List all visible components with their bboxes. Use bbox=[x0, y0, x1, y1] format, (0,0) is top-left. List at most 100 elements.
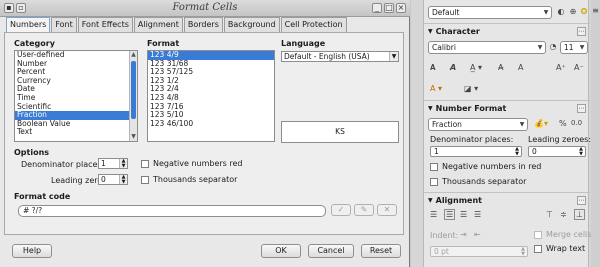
increase-indent-icon[interactable]: ⇥ bbox=[460, 230, 467, 239]
chevron-down-icon[interactable]: ▼ bbox=[577, 42, 587, 53]
bold-icon[interactable]: 𝐀 bbox=[430, 63, 436, 73]
cancel-button[interactable]: Cancel bbox=[308, 244, 354, 258]
character-section-header[interactable]: ▼ Character ⋯ bbox=[428, 26, 586, 37]
sb-denominator-value: 1 bbox=[434, 147, 439, 156]
thousands-separator-checkbox[interactable]: Thousands separator bbox=[141, 175, 237, 184]
spinner-arrows-icon[interactable]: ▲ ▼ bbox=[513, 147, 521, 157]
align-top-icon[interactable]: ⊤ bbox=[546, 210, 553, 219]
tab-cell-protection[interactable]: Cell Protection bbox=[280, 17, 347, 32]
more-options-icon[interactable]: ⋯ bbox=[577, 27, 586, 36]
more-options-icon[interactable]: ⋯ bbox=[577, 104, 586, 113]
sb-leading-zeroes-spinner[interactable]: 0 ▲ ▼ bbox=[528, 146, 586, 157]
style-list-icon[interactable]: ✪ bbox=[579, 7, 589, 16]
minimize-icon[interactable]: _ bbox=[372, 3, 382, 13]
percent-icon[interactable]: % bbox=[559, 119, 567, 128]
tab-font[interactable]: Font bbox=[51, 17, 77, 32]
grow-font-icon[interactable]: A⁺ bbox=[556, 63, 566, 72]
align-right-icon[interactable]: ☰ bbox=[460, 210, 467, 219]
highlight-color-icon[interactable]: ◪ ▾ bbox=[464, 84, 478, 93]
underline-icon[interactable]: A̲ ▾ bbox=[470, 63, 482, 72]
tab-numbers[interactable]: Numbers bbox=[6, 17, 51, 33]
denominator-places-spinner[interactable]: 1 ▲ ▼ bbox=[98, 158, 128, 169]
tab-alignment[interactable]: Alignment bbox=[133, 17, 183, 32]
font-history-icon[interactable]: ◔ bbox=[548, 42, 558, 51]
format-item[interactable]: 123 46/100 bbox=[148, 119, 274, 129]
sb-negative-red-checkbox[interactable]: Negative numbers in red bbox=[430, 162, 541, 171]
align-middle-icon[interactable]: ≑ bbox=[560, 210, 567, 219]
font-color-icon[interactable]: A ▾ bbox=[430, 84, 442, 93]
maximize-icon[interactable]: □ bbox=[384, 3, 394, 13]
spinner-arrows-icon[interactable]: ▲ ▼ bbox=[519, 247, 527, 257]
checkbox-box[interactable] bbox=[534, 244, 542, 253]
format-list[interactable]: 123 4/9 123 31/68 123 57/125 123 1/2 123… bbox=[147, 50, 275, 142]
scroll-up-icon[interactable]: ▲ bbox=[130, 51, 137, 59]
negative-red-checkbox[interactable]: Negative numbers red bbox=[141, 159, 243, 168]
spinner-arrows-icon[interactable]: ▲ ▼ bbox=[119, 175, 127, 184]
chevron-down-icon[interactable]: ▼ bbox=[541, 7, 551, 18]
format-code-input[interactable]: # ?/? bbox=[18, 205, 326, 217]
sb-thousands-separator-checkbox[interactable]: Thousands separator bbox=[430, 177, 526, 186]
spinner-arrows-icon[interactable]: ▲ ▼ bbox=[577, 147, 585, 157]
italic-icon[interactable]: 𝘼 bbox=[450, 63, 456, 72]
tab-background[interactable]: Background bbox=[223, 17, 280, 32]
ok-button[interactable]: OK bbox=[261, 244, 301, 258]
checkbox-box[interactable] bbox=[534, 230, 542, 239]
collapse-icon[interactable]: ▼ bbox=[428, 197, 433, 204]
align-bottom-icon[interactable]: ⊥ bbox=[574, 209, 585, 220]
chevron-down-icon[interactable]: ▼ bbox=[535, 42, 545, 53]
decimal-format-icon[interactable]: 0.0 bbox=[571, 119, 582, 127]
shadow-icon[interactable]: A bbox=[518, 63, 523, 72]
align-justify-icon[interactable]: ☰ bbox=[474, 210, 481, 219]
spinner-arrows-icon[interactable]: ▲ ▼ bbox=[119, 159, 127, 168]
align-left-icon[interactable]: ☰ bbox=[430, 210, 437, 219]
checkbox-box[interactable] bbox=[141, 159, 149, 168]
divider bbox=[424, 192, 590, 193]
sidebar-tabbar: ≡ bbox=[591, 0, 600, 267]
number-category-select[interactable]: Fraction ▼ bbox=[428, 118, 528, 131]
font-name-select[interactable]: Calibri ▼ bbox=[428, 41, 546, 54]
tab-borders[interactable]: Borders bbox=[183, 17, 223, 32]
new-style-icon[interactable]: ◐ bbox=[556, 7, 566, 16]
category-item[interactable]: Text bbox=[15, 128, 137, 137]
checkbox-box[interactable] bbox=[141, 175, 149, 184]
strikethrough-icon[interactable]: A̶ bbox=[498, 63, 503, 72]
leading-zeroes-spinner[interactable]: 0 ▲ ▼ bbox=[98, 174, 128, 185]
scroll-down-icon[interactable]: ▼ bbox=[130, 133, 137, 141]
checkbox-box[interactable] bbox=[430, 177, 438, 186]
delete-format-icon[interactable]: ✕ bbox=[377, 204, 397, 216]
chevron-down-icon[interactable]: ▼ bbox=[517, 119, 527, 130]
merge-cells-label: Merge cells bbox=[546, 230, 592, 239]
tab-font-effects[interactable]: Font Effects bbox=[77, 17, 133, 32]
checkbox-box[interactable] bbox=[430, 162, 438, 171]
wrap-text-checkbox[interactable]: Wrap text bbox=[534, 244, 585, 253]
sb-denominator-spinner[interactable]: 1 ▲ ▼ bbox=[430, 146, 522, 157]
indent-spinner[interactable]: 0 pt ▲ ▼ bbox=[430, 246, 528, 257]
scroll-thumb[interactable] bbox=[131, 61, 136, 119]
help-button[interactable]: Help bbox=[12, 244, 52, 258]
language-select[interactable]: Default - English (USA) ▼ bbox=[281, 51, 399, 62]
category-item[interactable]: Boolean Value bbox=[15, 119, 137, 129]
align-center-icon[interactable]: ☰ bbox=[444, 209, 456, 220]
collapse-icon[interactable]: ▼ bbox=[428, 28, 433, 35]
format-preview: KS bbox=[281, 121, 399, 143]
close-icon[interactable]: × bbox=[396, 3, 406, 13]
reset-button[interactable]: Reset bbox=[361, 244, 401, 258]
more-options-icon[interactable]: ⋯ bbox=[577, 196, 586, 205]
properties-icon[interactable]: ≡ bbox=[591, 6, 600, 15]
shrink-font-icon[interactable]: A⁻ bbox=[574, 63, 584, 72]
style-value: Default bbox=[432, 8, 460, 17]
edit-comment-icon[interactable]: ✎ bbox=[354, 204, 374, 216]
chevron-down-icon[interactable]: ▼ bbox=[389, 52, 398, 61]
add-format-icon[interactable]: ✓ bbox=[331, 204, 351, 216]
category-list[interactable]: User-defined Number Percent Currency Dat… bbox=[14, 50, 138, 142]
update-style-icon[interactable]: ⊕ bbox=[568, 7, 578, 16]
number-format-section-header[interactable]: ▼ Number Format ⋯ bbox=[428, 103, 586, 114]
merge-cells-checkbox[interactable]: Merge cells bbox=[534, 230, 591, 239]
currency-icon[interactable]: 💰▾ bbox=[534, 119, 548, 128]
collapse-icon[interactable]: ▼ bbox=[428, 105, 433, 112]
alignment-section-header[interactable]: ▼ Alignment ⋯ bbox=[428, 195, 586, 206]
decrease-indent-icon[interactable]: ⇤ bbox=[474, 230, 481, 239]
style-select[interactable]: Default ▼ bbox=[428, 6, 552, 19]
category-scrollbar[interactable]: ▲ ▼ bbox=[129, 51, 137, 141]
font-size-select[interactable]: 11 ▼ bbox=[560, 41, 588, 54]
